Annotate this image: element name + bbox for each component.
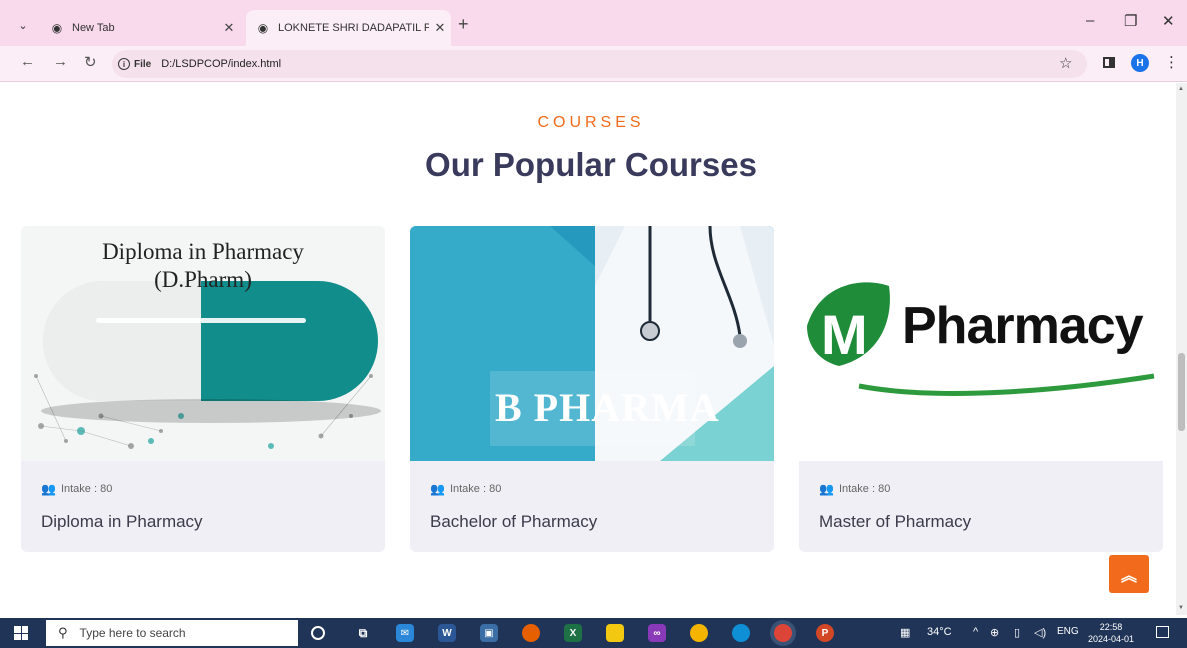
clock-date: 2024-04-01 [1088,634,1135,644]
course-name[interactable]: Master of Pharmacy [819,512,971,532]
browser-toolbar: ← → ↻ i File D:/LSDPCOP/index.html ☆ H ⋮ [0,46,1187,82]
users-icon: 👥 [430,482,445,496]
course-image-bpharm: B PHARMA [410,226,774,461]
chrome-profile-icon[interactable] [774,624,792,642]
weather-temp[interactable]: 34°C [927,626,952,638]
clock-time: 22:58 [1099,622,1123,632]
page-scrollbar[interactable]: ▲ ▼ [1176,83,1187,615]
cortana-icon[interactable] [311,626,325,640]
close-tab-icon[interactable]: ✕ [218,20,240,36]
new-tab-button[interactable]: + [458,14,469,35]
menu-icon[interactable]: ⋮ [1164,53,1179,71]
store-icon[interactable]: ▣ [480,624,498,642]
svg-text:M: M [821,303,868,366]
tab-search-chevron-icon[interactable]: ⌄ [12,14,34,36]
bookmark-star-icon[interactable]: ☆ [1059,54,1072,72]
battery-icon[interactable]: ▯ [1014,626,1020,639]
site-info-chip[interactable]: i File [118,58,151,70]
course-image-dpharm: Diploma in Pharmacy (D.Pharm) [21,226,385,461]
scheme-label: File [134,58,152,70]
file-explorer-icon[interactable] [606,624,624,642]
tab-loknete[interactable]: ◉ LOKNETE SHRI DADAPATIL PHA ✕ [246,10,451,46]
taskbar-search-box[interactable]: ⚲ Type here to search [46,620,298,646]
course-intake: 👥 Intake : 80 [41,482,112,496]
close-tab-icon[interactable]: ✕ [429,20,451,36]
course-image-mpharm: M Pharmacy [799,226,1163,461]
users-icon: 👥 [41,482,56,496]
search-placeholder: Type here to search [79,626,186,640]
browser-tab-bar: ⌄ ◉ New Tab ✕ ◉ LOKNETE SHRI DADAPATIL P… [0,0,1187,46]
back-to-top-button[interactable]: ︽ [1109,555,1149,593]
windows-start-icon[interactable] [14,626,28,640]
language-indicator[interactable]: ENG [1057,626,1079,637]
tab-title: New Tab [72,22,115,34]
address-bar[interactable]: i File D:/LSDPCOP/index.html [112,50,1087,78]
tray-chevron-icon[interactable]: ^ [973,626,978,638]
close-window-icon[interactable]: ✕ [1162,12,1175,30]
scroll-down-icon[interactable]: ▼ [1178,605,1184,611]
minimize-icon[interactable]: – [1086,12,1094,29]
section-title: Our Popular Courses [425,146,757,183]
app-icon[interactable]: ∞ [648,624,666,642]
course-image-caption-line1: Diploma in Pharmacy [102,239,304,264]
scroll-up-icon[interactable]: ▲ [1178,86,1184,92]
course-image-caption: B PHARMA [495,385,720,430]
weather-icon[interactable]: ▦ [900,626,910,639]
forward-icon[interactable]: → [53,53,68,70]
volume-icon[interactable]: ◁) [1034,626,1046,639]
section-kicker: COURSES [537,114,645,131]
restore-icon[interactable]: ❐ [1124,12,1137,30]
course-card-mpharm[interactable]: M Pharmacy 👥 Intake : 80 Master of Pharm… [799,226,1163,552]
globe-icon: ◉ [257,21,269,35]
edge-icon[interactable] [732,624,750,642]
network-icon[interactable]: ⊕ [990,626,999,639]
course-intake: 👥 Intake : 80 [430,482,501,496]
mail-icon[interactable]: ✉ [396,624,414,642]
course-image-caption: Pharmacy [902,297,1144,355]
tab-new-tab[interactable]: ◉ New Tab ✕ [40,10,240,46]
notification-icon[interactable] [1156,626,1169,638]
course-name[interactable]: Diploma in Pharmacy [41,512,203,532]
excel-icon[interactable]: X [564,624,582,642]
course-card-dpharm[interactable]: Diploma in Pharmacy (D.Pharm) 👥 Intake :… [21,226,385,552]
reload-icon[interactable]: ↻ [84,53,97,71]
windows-taskbar: ⚲ Type here to search ⧉ ✉ W ▣ X ∞ P ▦ 34… [0,618,1187,648]
search-icon: ⚲ [58,625,68,640]
chrome-icon: ◉ [51,21,63,35]
intake-text: Intake : 80 [449,483,502,495]
firefox-icon[interactable] [522,624,540,642]
powerpoint-icon[interactable]: P [816,624,834,642]
page-viewport: COURSES Our Popular Courses Diploma in P… [0,83,1176,615]
course-intake: 👥 Intake : 80 [819,482,890,496]
profile-avatar[interactable]: H [1131,54,1149,72]
info-icon: i [118,58,130,70]
intake-text: Intake : 80 [60,483,113,495]
course-image-caption-line2: (D.Pharm) [154,267,252,292]
back-icon[interactable]: ← [20,53,35,70]
chrome-taskbar-icon[interactable] [690,624,708,642]
intake-text: Intake : 80 [838,483,891,495]
course-name[interactable]: Bachelor of Pharmacy [430,512,597,532]
word-icon[interactable]: W [438,624,456,642]
taskbar-clock[interactable]: 22:58 2024-04-01 [1088,621,1134,645]
tab-title: LOKNETE SHRI DADAPATIL PHA [278,22,429,34]
task-view-icon[interactable]: ⧉ [354,624,372,642]
double-chevron-up-icon: ︽ [1120,568,1137,585]
url-text: D:/LSDPCOP/index.html [161,58,282,70]
users-icon: 👥 [819,482,834,496]
scrollbar-thumb[interactable] [1178,353,1185,431]
side-panel-icon[interactable] [1103,57,1115,68]
course-card-bpharm[interactable]: B PHARMA 👥 Intake : 80 Bachelor of Pharm… [410,226,774,552]
